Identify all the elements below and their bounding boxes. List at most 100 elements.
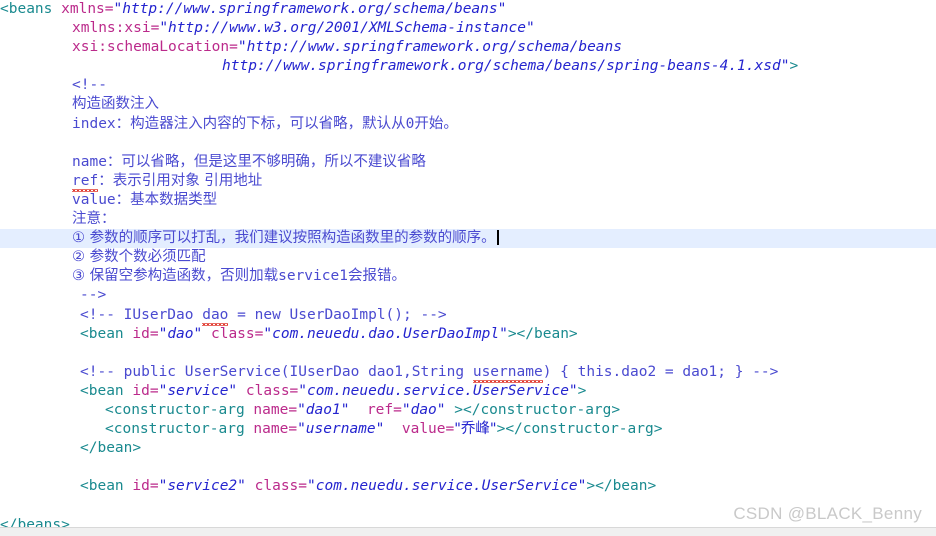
code-token: "com.neuedu.service.UserService"	[298, 382, 578, 399]
code-token: ref=	[366, 401, 402, 418]
code-line[interactable]: <!-- IUserDao dao = new UserDaoImpl(); -…	[0, 306, 936, 326]
code-token: username	[472, 363, 543, 383]
code-line[interactable]: value：基本数据类型	[0, 191, 936, 210]
code-token: index	[72, 115, 116, 132]
code-token: >	[577, 382, 587, 399]
code-line[interactable]	[0, 458, 936, 477]
code-line[interactable]: xsi:schemaLocation="http://www.springfra…	[0, 38, 936, 57]
code-token: ></bean>	[507, 325, 578, 342]
code-line[interactable]: 注意：	[0, 210, 936, 229]
code-token: <!-- public UserService(IUserDao dao1,St…	[80, 363, 473, 380]
code-line[interactable]: <bean id="service" class="com.neuedu.ser…	[0, 382, 936, 401]
code-token: ref	[72, 172, 99, 193]
code-token: >	[789, 58, 799, 75]
code-token: <bean	[80, 382, 124, 399]
code-token: ：可以省略，但是这里不够明确，所以不建议省略	[106, 153, 426, 170]
code-token: 构造函数注入	[72, 96, 159, 113]
code-token: "username"	[297, 421, 385, 438]
code-token: "com.neuedu.dao.UserDaoImpl"	[263, 325, 508, 342]
code-line[interactable]: </bean>	[0, 439, 936, 458]
code-token: name	[72, 153, 107, 170]
code-token: <!-- IUserDao	[80, 306, 203, 323]
editor-bottom-bar	[0, 527, 936, 536]
code-token: </beans>	[0, 516, 70, 527]
code-line[interactable]: index：构造器注入内容的下标，可以省略，默认从0开始。	[0, 115, 936, 134]
code-token: name=	[253, 401, 298, 418]
code-token: value=	[401, 421, 455, 438]
code-token: ：表示引用对象 引用地址	[98, 172, 263, 189]
code-line[interactable]: <!--	[0, 76, 936, 95]
code-token: ></bean>	[586, 478, 657, 495]
code-line[interactable]: xmlns:xsi="http://www.w3.org/2001/XMLSch…	[0, 19, 936, 38]
code-token: <constructor-arg	[105, 401, 245, 418]
code-token: ：基本数据类型	[115, 191, 218, 208]
code-token: id=	[132, 478, 159, 495]
code-token: "http://www.w3.org/2001/XMLSchema-instan…	[159, 20, 535, 37]
code-token: 注意：	[72, 211, 116, 228]
code-token: value	[72, 191, 116, 208]
code-token: dao	[202, 306, 229, 326]
code-token: "dao1"	[297, 401, 350, 418]
code-line[interactable]: <beans xmlns="http://www.springframework…	[0, 0, 936, 19]
code-token: 开始。	[414, 115, 458, 132]
code-token: xmlns:xsi=	[72, 20, 160, 37]
code-token: name=	[253, 421, 298, 438]
code-line[interactable]: -->	[0, 286, 936, 305]
code-token: 会报错。	[347, 268, 406, 285]
code-token: <constructor-arg	[105, 421, 245, 438]
code-token: ></constructor-arg>	[496, 421, 663, 438]
code-line[interactable]	[0, 344, 936, 363]
code-editor[interactable]: <beans xmlns= "http://www.springframework…	[0, 0, 936, 527]
code-line[interactable]	[0, 134, 936, 153]
code-line[interactable]: <bean id="service2" class="com.neuedu.se…	[0, 477, 936, 496]
code-token: xmlns=	[61, 1, 114, 17]
code-token: <bean	[80, 325, 124, 342]
code-token: <bean	[80, 478, 124, 495]
code-token: class=	[245, 382, 299, 399]
code-token: "http://www.springframework.org/schema/b…	[237, 39, 622, 56]
code-line[interactable]: <!-- public UserService(IUserDao dao1,St…	[0, 363, 936, 383]
text-caret	[496, 230, 499, 246]
code-line[interactable]: 构造函数注入	[0, 95, 936, 114]
code-line[interactable]: ① 参数的顺序可以打乱，我们建议按照构造函数里的参数的顺序。	[0, 229, 936, 249]
spellcheck-squiggle: ref	[72, 172, 99, 193]
code-token: id=	[132, 382, 159, 399]
code-line[interactable]: ② 参数个数必须匹配	[0, 248, 936, 267]
code-token: id=	[132, 325, 159, 342]
code-token: ① 参数的顺序可以打乱，我们建议按照构造函数里的参数的顺序。	[72, 230, 496, 247]
code-line[interactable]: ref：表示引用对象 引用地址	[0, 172, 936, 193]
code-token: "service"	[158, 382, 238, 399]
code-token: ③ 保留空参构造函数，否则加载	[72, 268, 279, 285]
code-token: ：构造器注入内容的下标，可以省略，默认从	[115, 115, 406, 132]
code-token: "dao"	[158, 325, 203, 342]
code-token: ② 参数个数必须匹配	[72, 249, 206, 266]
code-lines-container[interactable]: <beans xmlns= "http://www.springframework…	[0, 0, 936, 527]
code-token: ></constructor-arg>	[454, 401, 621, 418]
code-line[interactable]: <bean id="dao" class="com.neuedu.dao.Use…	[0, 325, 936, 344]
code-token: service1	[278, 268, 348, 285]
code-line[interactable]: <constructor-arg name="dao1" ref="dao" >…	[0, 401, 936, 420]
code-token: class=	[254, 478, 308, 495]
code-token: xsi:schemaLocation=	[72, 39, 238, 56]
code-token: -->	[80, 287, 107, 304]
code-token: "dao"	[401, 401, 446, 418]
code-token: http://www.springframework.org/schema/be…	[222, 58, 790, 75]
code-token: ) { this.dao2 = dao1; } -->	[542, 363, 779, 380]
code-line[interactable]: name：可以省略，但是这里不够明确，所以不建议省略	[0, 153, 936, 172]
code-token: <beans	[0, 1, 53, 17]
spellcheck-squiggle: dao	[202, 306, 229, 326]
spellcheck-squiggle: username	[472, 363, 543, 383]
code-line[interactable]: <constructor-arg name="username" value="…	[0, 420, 936, 439]
code-line[interactable]: ③ 保留空参构造函数，否则加载service1会报错。	[0, 267, 936, 286]
code-line[interactable]: http://www.springframework.org/schema/be…	[0, 57, 936, 76]
code-token: "service2"	[158, 478, 246, 495]
code-token: class=	[210, 325, 264, 342]
code-token: "乔峰"	[454, 421, 497, 438]
